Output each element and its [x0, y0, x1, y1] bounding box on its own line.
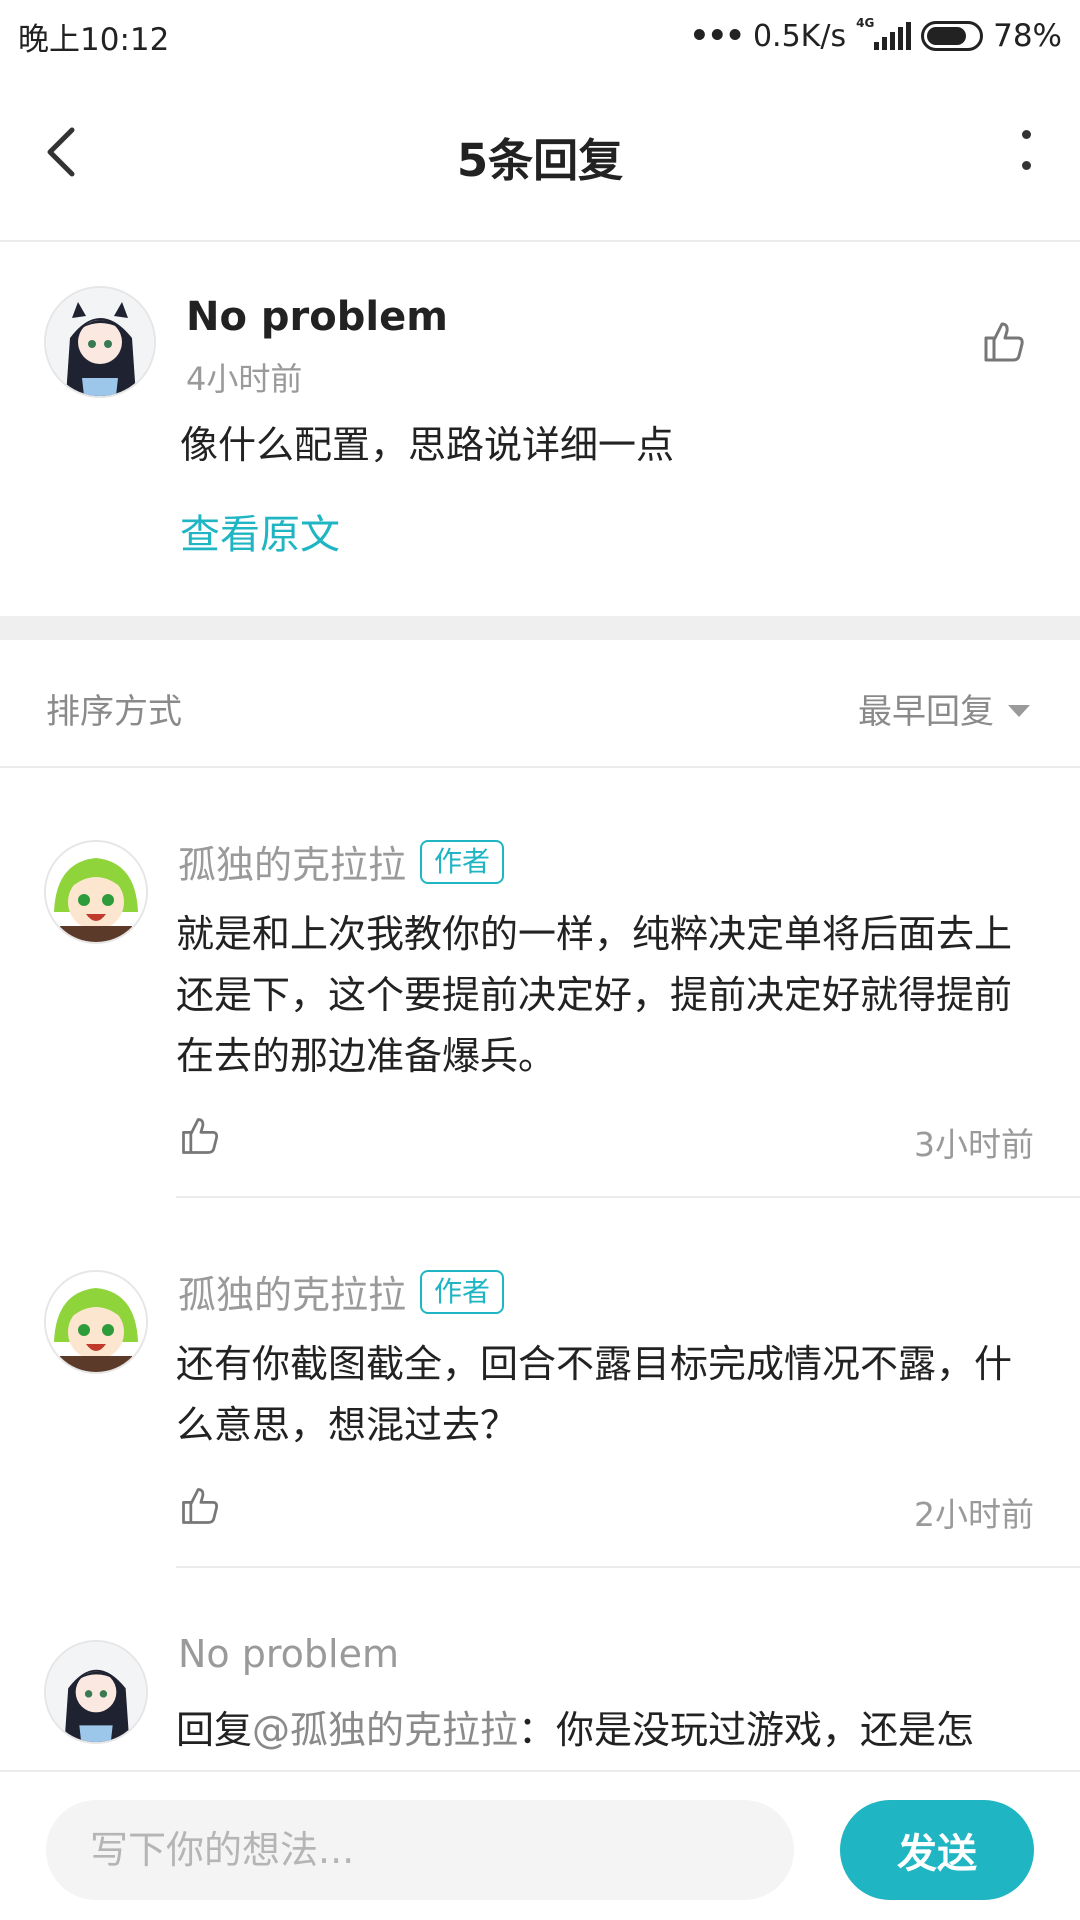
battery-icon	[921, 21, 984, 51]
battery-percent: 78%	[993, 18, 1062, 54]
reply-text: 就是和上次我教你的一样，纯粹决定单将后面去上还是下，这个要提前决定好，提前决定好…	[176, 912, 1013, 1078]
reply-item: 孤独的克拉拉 作者 还有你截图截全，回合不露目标完成情况不露，什么意思，想混过去…	[0, 1198, 1080, 1568]
reply-author[interactable]: 孤独的克拉拉	[178, 1264, 406, 1319]
status-bar: 晚上10:12 ••• 0.5K/s 4G 78%	[0, 0, 1080, 72]
thumbs-up-icon[interactable]	[178, 1484, 222, 1528]
author-badge: 作者	[420, 1269, 505, 1314]
reply-time: 3小时前	[914, 1125, 1034, 1164]
signal-icon: 4G	[856, 16, 912, 50]
sort-label: 排序方式	[46, 692, 182, 732]
mention-link[interactable]: @孤独的克拉拉	[252, 1708, 518, 1752]
more-options-icon[interactable]	[1016, 130, 1036, 170]
comment-input-bar: 发送	[0, 1770, 1080, 1920]
reply-author-row: 孤独的克拉拉 作者	[178, 834, 505, 889]
send-button[interactable]: 发送	[840, 1800, 1034, 1900]
more-notifications-icon: •••	[689, 18, 745, 54]
avatar[interactable]	[44, 1640, 148, 1744]
section-divider	[0, 616, 1080, 640]
reply-time: 2小时前	[914, 1495, 1034, 1534]
network-type: 4G	[856, 16, 875, 30]
avatar[interactable]	[44, 286, 156, 398]
sort-selected: 最早回复	[858, 692, 994, 732]
main-comment: No problem 4小时前 像什么配置，思路说详细一点 查看原文	[0, 242, 1080, 616]
author-badge: 作者	[420, 839, 505, 884]
avatar[interactable]	[44, 840, 148, 944]
status-time: 晚上10:12	[18, 21, 170, 58]
reply-text: 还有你截图截全，回合不露目标完成情况不露，什么意思，想混过去？	[176, 1342, 1013, 1447]
reply-author[interactable]: No problem	[178, 1632, 399, 1676]
thumbs-up-icon[interactable]	[980, 318, 1028, 366]
reply-author-row: 孤独的克拉拉 作者	[178, 1264, 505, 1319]
network-speed: 0.5K/s	[752, 18, 847, 54]
reply-author-row: No problem	[178, 1632, 399, 1676]
reply-body: ：你是没玩过游戏，还是怎	[518, 1708, 975, 1752]
comment-input[interactable]	[46, 1800, 794, 1900]
status-indicators: ••• 0.5K/s 4G 78%	[689, 16, 1062, 54]
reply-prefix: 回复	[176, 1708, 253, 1752]
sort-dropdown[interactable]: 最早回复	[858, 684, 1030, 733]
comment-author[interactable]: No problem	[186, 294, 448, 340]
reply-author[interactable]: 孤独的克拉拉	[178, 834, 406, 889]
page-title: 5条回复	[456, 134, 624, 187]
thumbs-up-icon[interactable]	[178, 1114, 222, 1158]
comment-time: 4小时前	[186, 360, 303, 398]
caret-down-icon	[1008, 704, 1030, 717]
avatar[interactable]	[44, 1270, 148, 1374]
comment-text: 像什么配置，思路说详细一点	[180, 423, 675, 467]
reply-text: 回复@孤独的克拉拉：你是没玩过游戏，还是怎	[176, 1700, 1036, 1761]
reply-item: No problem 回复@孤独的克拉拉：你是没玩过游戏，还是怎	[0, 1568, 1080, 1770]
sort-bar: 排序方式 最早回复	[0, 640, 1080, 768]
nav-bar: 5条回复	[0, 72, 1080, 242]
view-original-link[interactable]: 查看原文	[180, 502, 340, 560]
reply-item: 孤独的克拉拉 作者 就是和上次我教你的一样，纯粹决定单将后面去上还是下，这个要提…	[0, 768, 1080, 1198]
